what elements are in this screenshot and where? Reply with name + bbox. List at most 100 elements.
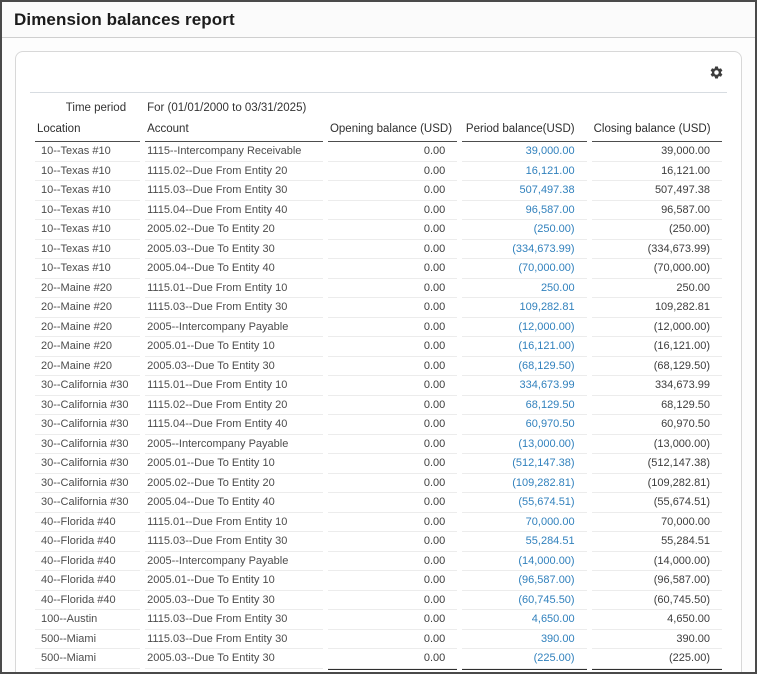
location-cell: 500--Miami xyxy=(35,649,140,669)
closing-balance-cell: 507,497.38 xyxy=(592,181,722,201)
period-balance-link[interactable]: 109,282.81 xyxy=(462,298,586,318)
location-cell: 10--Texas #10 xyxy=(35,142,140,162)
column-header-opening-balance: Opening balance (USD) xyxy=(328,120,457,142)
period-balance-link[interactable]: (55,674.51) xyxy=(462,493,586,513)
location-cell: 40--Florida #40 xyxy=(35,591,140,611)
period-balance-link[interactable]: (68,129.50) xyxy=(462,357,586,377)
card-toolbar xyxy=(30,52,727,93)
table-row: 20--Maine #20 2005.03--Due To Entity 30 … xyxy=(35,357,722,377)
grand-total-closing-balance: 0.00 xyxy=(592,669,722,674)
period-balance-link[interactable]: (512,147.38) xyxy=(462,454,586,474)
period-balance-link[interactable]: 334,673.99 xyxy=(462,376,586,396)
period-balance-link[interactable]: 390.00 xyxy=(462,630,586,650)
grand-total-opening-balance: 0.00 xyxy=(328,669,457,674)
title-bar: Dimension balances report xyxy=(2,2,755,38)
period-balance-link[interactable]: 507,497.38 xyxy=(462,181,586,201)
grand-total-period-balance: 0.00 xyxy=(462,669,586,674)
opening-balance-cell: 0.00 xyxy=(328,649,457,669)
opening-balance-cell: 0.00 xyxy=(328,493,457,513)
account-cell: 1115.03--Due From Entity 30 xyxy=(145,630,323,650)
location-cell: 10--Texas #10 xyxy=(35,181,140,201)
closing-balance-cell: (109,282.81) xyxy=(592,474,722,494)
location-cell: 30--California #30 xyxy=(35,396,140,416)
period-balance-link[interactable]: (334,673.99) xyxy=(462,240,586,260)
time-period-row: Time period For (01/01/2000 to 03/31/202… xyxy=(35,100,722,120)
period-balance-link[interactable]: 96,587.00 xyxy=(462,201,586,221)
account-cell: 1115.01--Due From Entity 10 xyxy=(145,279,323,299)
closing-balance-cell: (16,121.00) xyxy=(592,337,722,357)
period-balance-link[interactable]: (70,000.00) xyxy=(462,259,586,279)
table-row: 40--Florida #40 2005--Intercompany Payab… xyxy=(35,552,722,572)
period-balance-link[interactable]: 60,970.50 xyxy=(462,415,586,435)
table-row: 30--California #30 2005.02--Due To Entit… xyxy=(35,474,722,494)
column-header-account: Account xyxy=(145,120,323,142)
page-content: Time period For (01/01/2000 to 03/31/202… xyxy=(2,38,755,674)
table-row: 30--California #30 2005.04--Due To Entit… xyxy=(35,493,722,513)
period-balance-link[interactable]: 68,129.50 xyxy=(462,396,586,416)
period-balance-link[interactable]: 250.00 xyxy=(462,279,586,299)
closing-balance-cell: 39,000.00 xyxy=(592,142,722,162)
location-cell: 10--Texas #10 xyxy=(35,162,140,182)
period-balance-link[interactable]: 55,284.51 xyxy=(462,532,586,552)
closing-balance-cell: (334,673.99) xyxy=(592,240,722,260)
account-cell: 1115.02--Due From Entity 20 xyxy=(145,162,323,182)
location-cell: 30--California #30 xyxy=(35,454,140,474)
period-balance-link[interactable]: (96,587.00) xyxy=(462,571,586,591)
period-balance-link[interactable]: (225.00) xyxy=(462,649,586,669)
time-period-label: Time period xyxy=(35,100,140,120)
location-cell: 10--Texas #10 xyxy=(35,259,140,279)
balances-table: Time period For (01/01/2000 to 03/31/202… xyxy=(30,100,727,674)
closing-balance-cell: (14,000.00) xyxy=(592,552,722,572)
period-balance-link[interactable]: (14,000.00) xyxy=(462,552,586,572)
account-cell: 1115.02--Due From Entity 20 xyxy=(145,396,323,416)
location-cell: 20--Maine #20 xyxy=(35,298,140,318)
closing-balance-cell: (13,000.00) xyxy=(592,435,722,455)
table-row: 30--California #30 1115.02--Due From Ent… xyxy=(35,396,722,416)
closing-balance-cell: (512,147.38) xyxy=(592,454,722,474)
opening-balance-cell: 0.00 xyxy=(328,591,457,611)
opening-balance-cell: 0.00 xyxy=(328,474,457,494)
closing-balance-cell: (60,745.50) xyxy=(592,591,722,611)
period-balance-link[interactable]: (12,000.00) xyxy=(462,318,586,338)
table-row: 10--Texas #10 1115.02--Due From Entity 2… xyxy=(35,162,722,182)
location-cell: 30--California #30 xyxy=(35,435,140,455)
table-row: 30--California #30 1115.01--Due From Ent… xyxy=(35,376,722,396)
column-header-row: Location Account Opening balance (USD) P… xyxy=(35,120,722,142)
location-cell: 30--California #30 xyxy=(35,415,140,435)
opening-balance-cell: 0.00 xyxy=(328,337,457,357)
opening-balance-cell: 0.00 xyxy=(328,454,457,474)
opening-balance-cell: 0.00 xyxy=(328,415,457,435)
report-card: Time period For (01/01/2000 to 03/31/202… xyxy=(15,51,742,674)
opening-balance-cell: 0.00 xyxy=(328,162,457,182)
table-row: 20--Maine #20 1115.03--Due From Entity 3… xyxy=(35,298,722,318)
period-balance-link[interactable]: (109,282.81) xyxy=(462,474,586,494)
page-title: Dimension balances report xyxy=(14,10,743,30)
period-balance-link[interactable]: 4,650.00 xyxy=(462,610,586,630)
period-balance-link[interactable]: 16,121.00 xyxy=(462,162,586,182)
account-cell: 1115--Intercompany Receivable xyxy=(145,142,323,162)
closing-balance-cell: 250.00 xyxy=(592,279,722,299)
period-balance-link[interactable]: (250.00) xyxy=(462,220,586,240)
period-balance-link[interactable]: 70,000.00 xyxy=(462,513,586,533)
time-period-value: For (01/01/2000 to 03/31/2025) xyxy=(145,100,323,120)
closing-balance-cell: 96,587.00 xyxy=(592,201,722,221)
table-row: 40--Florida #40 2005.01--Due To Entity 1… xyxy=(35,571,722,591)
account-cell: 2005.03--Due To Entity 30 xyxy=(145,591,323,611)
period-balance-link[interactable]: (13,000.00) xyxy=(462,435,586,455)
opening-balance-cell: 0.00 xyxy=(328,532,457,552)
account-cell: 2005.01--Due To Entity 10 xyxy=(145,571,323,591)
period-balance-link[interactable]: (60,745.50) xyxy=(462,591,586,611)
account-cell: 2005.03--Due To Entity 30 xyxy=(145,357,323,377)
closing-balance-cell: (70,000.00) xyxy=(592,259,722,279)
table-row: 40--Florida #40 1115.03--Due From Entity… xyxy=(35,532,722,552)
period-balance-link[interactable]: (16,121.00) xyxy=(462,337,586,357)
period-balance-link[interactable]: 39,000.00 xyxy=(462,142,586,162)
opening-balance-cell: 0.00 xyxy=(328,571,457,591)
closing-balance-cell: 16,121.00 xyxy=(592,162,722,182)
opening-balance-cell: 0.00 xyxy=(328,240,457,260)
opening-balance-cell: 0.00 xyxy=(328,552,457,572)
settings-button[interactable] xyxy=(707,65,725,83)
account-cell: 1115.01--Due From Entity 10 xyxy=(145,376,323,396)
closing-balance-cell: 68,129.50 xyxy=(592,396,722,416)
opening-balance-cell: 0.00 xyxy=(328,201,457,221)
